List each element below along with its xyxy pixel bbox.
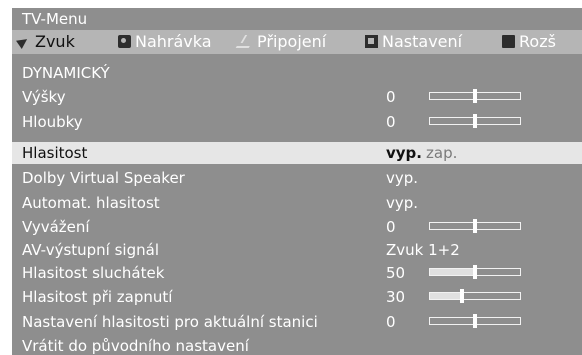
menu-item-value: 0 xyxy=(386,113,396,131)
slider-knob[interactable] xyxy=(473,265,477,279)
menu-item-value: 50 xyxy=(386,264,406,282)
menu-item-dolby-virtual-speaker[interactable]: Dolby Virtual Speaker vyp. xyxy=(12,167,582,189)
selected-option[interactable]: vyp. xyxy=(386,144,422,162)
tab-nahravka[interactable]: Nahrávka xyxy=(118,30,212,54)
menu-item-automat-hlasitost[interactable]: Automat. hlasitost vyp. xyxy=(12,192,582,214)
slider-knob[interactable] xyxy=(473,89,477,103)
bass-slider[interactable] xyxy=(429,114,521,128)
tab-label: Rozš xyxy=(519,32,556,51)
menu-item-label: Hlasitost sluchátek xyxy=(22,264,165,282)
menu-item-label: AV-výstupní signál xyxy=(22,241,159,259)
settings-icon xyxy=(365,35,378,48)
menu-item-label: Vrátit do původního nastavení xyxy=(22,337,249,355)
tools-icon xyxy=(502,35,515,48)
menu-item-hlasitost[interactable]: Hlasitost vyp. zap. xyxy=(12,142,582,164)
slider-fill xyxy=(430,269,475,275)
menu-item-vratit-puvodni-nastaveni[interactable]: Vrátit do původního nastavení xyxy=(12,335,582,355)
menu-item-hlasitost-sluchatek[interactable]: Hlasitost sluchátek 50 xyxy=(12,262,582,284)
station-volume-slider[interactable] xyxy=(429,314,521,328)
plug-icon xyxy=(235,33,258,48)
menu-item-label: Hlasitost xyxy=(22,144,88,162)
tab-bar: Zvuk Nahrávka Připojení Nastavení Rozš xyxy=(12,30,582,54)
menu-item-label: Hlasitost při zapnutí xyxy=(22,288,173,306)
menu-item-value: vyp. xyxy=(386,194,419,212)
window-title: TV-Menu xyxy=(12,8,582,30)
menu-item-label: Nastavení hlasitosti pro aktuální stanic… xyxy=(22,313,318,331)
menu-item-value: vyp. xyxy=(386,169,419,187)
slider-fill xyxy=(430,293,462,299)
tab-nastaveni[interactable]: Nastavení xyxy=(365,30,462,54)
headphone-volume-slider[interactable] xyxy=(429,265,521,279)
tab-label: Nastavení xyxy=(382,32,463,51)
slider-knob[interactable] xyxy=(459,289,464,303)
slider-knob[interactable] xyxy=(473,114,477,128)
tab-pripojeni[interactable]: Připojení xyxy=(235,30,327,54)
speaker-icon xyxy=(18,35,31,48)
slider-knob[interactable] xyxy=(473,219,477,233)
menu-item-value: 0 xyxy=(386,218,396,236)
tab-zvuk[interactable]: Zvuk xyxy=(18,30,75,54)
slider-knob[interactable] xyxy=(473,314,477,328)
preset-title: DYNAMICKÝ xyxy=(22,64,110,82)
menu-item-value: vyp. zap. xyxy=(386,142,457,164)
menu-item-vyvazeni[interactable]: Vyvážení 0 xyxy=(12,216,582,238)
tab-label: Nahrávka xyxy=(135,32,212,51)
alternate-option[interactable]: zap. xyxy=(426,144,457,162)
tape-icon xyxy=(118,35,131,48)
menu-item-label: Hloubky xyxy=(22,113,83,131)
power-on-volume-slider[interactable] xyxy=(429,289,521,303)
menu-item-value: 0 xyxy=(386,313,396,331)
menu-item-value: 30 xyxy=(386,288,406,306)
tab-label: Zvuk xyxy=(35,32,75,51)
menu-item-value: 0 xyxy=(386,88,396,106)
menu-item-av-vystupni-signal[interactable]: AV-výstupní signál Zvuk 1+2 xyxy=(12,239,582,261)
menu-item-label: Automat. hlasitost xyxy=(22,194,160,212)
menu-item-label: Vyvážení xyxy=(22,218,90,236)
menu-item-value: Zvuk 1+2 xyxy=(386,241,460,259)
menu-item-nastaveni-hlasitosti-stanice[interactable]: Nastavení hlasitosti pro aktuální stanic… xyxy=(12,311,582,333)
balance-slider[interactable] xyxy=(429,219,521,233)
sound-menu-panel: DYNAMICKÝ Výšky 0 Hloubky 0 Hlasitost vy… xyxy=(12,54,582,355)
tab-label: Připojení xyxy=(257,32,327,51)
menu-item-vysky[interactable]: Výšky 0 xyxy=(12,86,582,108)
treble-slider[interactable] xyxy=(429,89,521,103)
menu-item-label: Dolby Virtual Speaker xyxy=(22,169,185,187)
menu-item-hlasitost-pri-zapnuti[interactable]: Hlasitost při zapnutí 30 xyxy=(12,286,582,308)
menu-item-label: Výšky xyxy=(22,88,66,106)
menu-item-hloubky[interactable]: Hloubky 0 xyxy=(12,111,582,133)
tab-rozsirene[interactable]: Rozš xyxy=(502,30,556,54)
